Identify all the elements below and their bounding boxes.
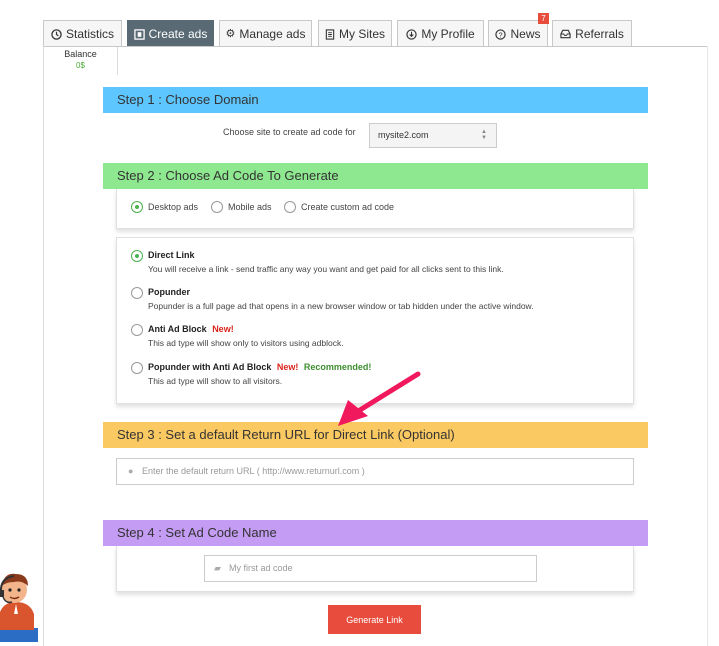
new-badge: New!	[276, 362, 299, 372]
tab-label: My Profile	[421, 27, 475, 41]
radio-custom-ad-code[interactable]: Create custom ad code	[284, 201, 394, 213]
radio-button[interactable]	[131, 324, 143, 336]
new-badge: New!	[212, 324, 234, 334]
radio-button[interactable]	[131, 201, 143, 213]
tab-label: Manage ads	[239, 27, 306, 41]
select-arrows-icon: ▲ ▼	[481, 129, 487, 141]
tab-my-profile[interactable]: My Profile	[397, 20, 484, 47]
tab-referrals[interactable]: Referrals	[552, 20, 632, 47]
question-icon: ?	[495, 28, 507, 40]
generate-link-button[interactable]: Generate Link	[328, 605, 421, 634]
option-title: Anti Ad Block	[148, 324, 207, 334]
news-count-badge: 7	[538, 13, 549, 24]
tab-label: Statistics	[65, 27, 114, 41]
option-title-row: Anti Ad Block New!	[148, 324, 234, 334]
step4-header: Step 4 : Set Ad Code Name	[103, 520, 648, 546]
option-desc: You will receive a link - send traffic a…	[148, 264, 504, 274]
option-desc: This ad type will show to all visitors.	[148, 376, 283, 386]
option-title: Popunder	[148, 287, 190, 297]
tab-label: News	[510, 27, 541, 41]
balance-value: 0$	[76, 61, 85, 70]
step2-header: Step 2 : Choose Ad Code To Generate	[103, 163, 648, 189]
ad-code-name-placeholder: My first ad code	[229, 563, 293, 573]
annotation-arrow-icon	[338, 371, 421, 426]
radio-label: Create custom ad code	[301, 202, 395, 212]
gear-icon: ⚙	[225, 28, 236, 40]
radio-button[interactable]	[131, 250, 143, 262]
document-icon	[325, 28, 335, 40]
tab-news[interactable]: ? News 7	[488, 13, 549, 47]
ad-icon	[133, 28, 145, 40]
radio-desktop-ads[interactable]: Desktop ads	[131, 201, 198, 213]
tab-manage-ads[interactable]: ⚙ Manage ads	[219, 20, 312, 47]
option-desc: This ad type will show only to visitors …	[148, 338, 344, 348]
domain-select[interactable]: mysite2.com ▲ ▼	[369, 123, 497, 148]
radio-label: Desktop ads	[148, 202, 199, 212]
content-border	[707, 46, 708, 646]
ad-code-name-input[interactable]: ▰ My first ad code	[204, 555, 537, 582]
inbox-icon	[560, 29, 571, 39]
return-url-placeholder: Enter the default return URL ( http://ww…	[142, 466, 365, 476]
domain-select-label: Choose site to create ad code for	[223, 127, 356, 137]
tab-create-ads[interactable]: Create ads	[127, 20, 214, 47]
option-title: Popunder with Anti Ad Block	[148, 362, 272, 372]
tab-statistics[interactable]: Statistics	[43, 20, 122, 47]
tab-my-sites[interactable]: My Sites	[318, 20, 392, 47]
radio-button[interactable]	[131, 287, 143, 299]
tab-divider	[43, 46, 708, 47]
option-title: Direct Link	[148, 250, 195, 260]
globe-icon: ●	[128, 466, 134, 476]
radio-label: Mobile ads	[228, 202, 272, 212]
return-url-input[interactable]: ● Enter the default return URL ( http://…	[116, 458, 634, 485]
domain-select-value: mysite2.com	[378, 130, 429, 140]
balance-box: Balance 0$	[44, 47, 118, 75]
svg-text:?: ?	[499, 30, 503, 39]
clock-icon	[51, 28, 62, 40]
content-border	[43, 46, 44, 646]
tab-label: My Sites	[338, 27, 385, 41]
radio-button[interactable]	[131, 362, 143, 374]
step1-header: Step 1 : Choose Domain	[103, 87, 648, 113]
tab-label: Referrals	[575, 27, 624, 41]
radio-button[interactable]	[211, 201, 223, 213]
option-desc: Popunder is a full page ad that opens in…	[148, 301, 534, 311]
comment-icon: ▰	[214, 563, 221, 573]
radio-mobile-ads[interactable]: Mobile ads	[211, 201, 272, 213]
balance-label: Balance	[64, 49, 97, 59]
support-agent-avatar[interactable]	[0, 568, 38, 642]
download-circle-icon	[406, 28, 418, 40]
tab-label: Create ads	[148, 27, 208, 41]
radio-button[interactable]	[284, 201, 296, 213]
